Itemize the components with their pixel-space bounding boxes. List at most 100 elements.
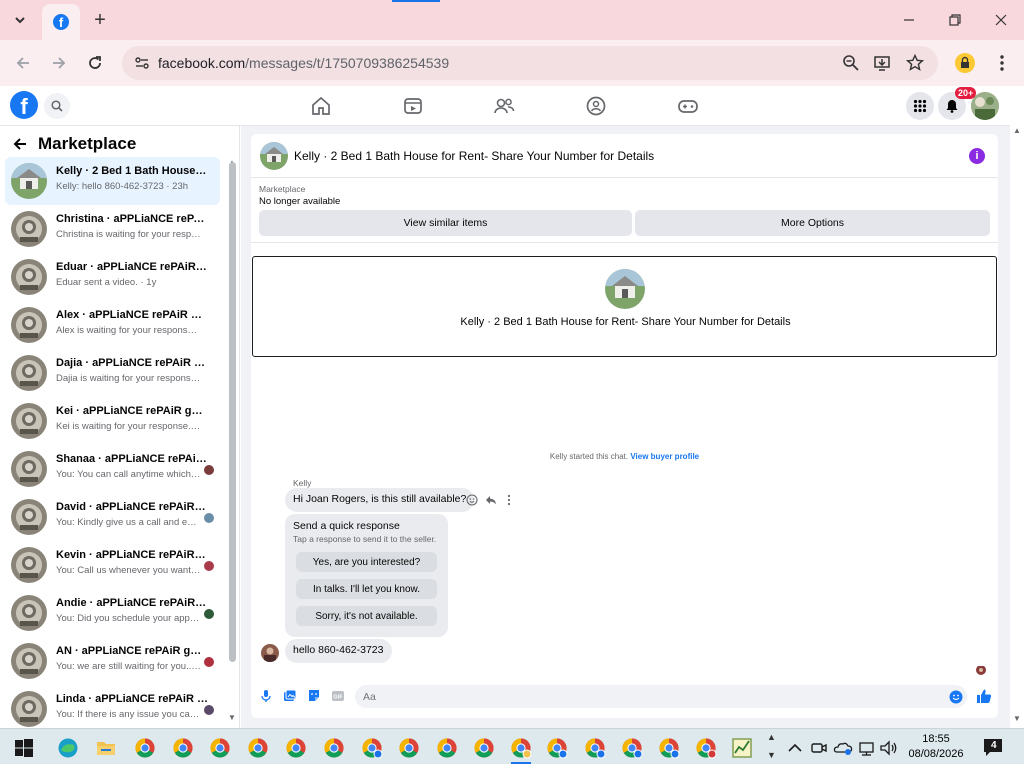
chrome-taskbar-icon[interactable] (510, 737, 532, 759)
page-scroll-up-icon[interactable]: ▲ (1013, 126, 1021, 135)
conversation-item[interactable]: Dajia · aPPLiaNCE rePAiR gUY ... Dajia is… (5, 349, 220, 397)
conversation-name: Kei · aPPLiaNCE rePAiR gUY + ... (56, 405, 208, 417)
conversation-preview: Dajia is waiting for your response. · 1y (56, 373, 201, 384)
network-icon[interactable] (856, 737, 878, 759)
close-window-button[interactable] (978, 0, 1024, 40)
sticker-icon[interactable] (307, 689, 321, 703)
conversation-name: Alex · aPPLiaNCE rePAiR gUY +... (56, 309, 208, 321)
conversation-item[interactable]: Christina · aPPLiaNCE rePAiR g... Christi… (5, 205, 220, 253)
quick-reply-button[interactable]: Sorry, it's not available. (296, 606, 437, 626)
account-avatar[interactable] (971, 92, 999, 120)
gif-icon[interactable]: GIF (331, 689, 345, 703)
new-tab-button[interactable]: + (88, 8, 112, 32)
chrome-taskbar-icon[interactable] (546, 737, 568, 759)
conversation-item[interactable]: David · aPPLiaNCE rePAiR gU... You: Kindl… (5, 493, 220, 541)
chrome-taskbar-icon[interactable] (695, 737, 717, 759)
conversation-avatar (11, 499, 47, 535)
chrome-taskbar-icon[interactable] (361, 737, 383, 759)
more-actions-icon[interactable] (503, 494, 515, 506)
browser-tab-active[interactable]: f (42, 4, 80, 40)
menu-button[interactable] (906, 92, 934, 120)
install-app-icon[interactable] (873, 54, 891, 72)
message-composer: GIF (251, 682, 998, 712)
chrome-taskbar-icon[interactable] (473, 737, 495, 759)
reload-button[interactable] (81, 49, 109, 77)
meet-now-icon[interactable] (808, 737, 830, 759)
gaming-icon[interactable] (677, 95, 699, 117)
fb-search-button[interactable] (44, 93, 70, 119)
action-center-button[interactable]: 4 (982, 737, 1004, 757)
back-button[interactable] (9, 49, 37, 77)
svg-text:GIF: GIF (333, 695, 343, 701)
chrome-taskbar-icon[interactable] (436, 737, 458, 759)
chrome-taskbar-icon[interactable] (398, 737, 420, 759)
sidebar-scrollbar[interactable] (229, 162, 236, 662)
address-bar[interactable]: facebook.com/messages/t/1750709386254539 (122, 46, 938, 80)
tab-search-button[interactable] (6, 6, 34, 34)
windows-start-icon[interactable] (13, 737, 35, 759)
incoming-message: Hi Joan Rogers, is this still available? (285, 488, 475, 512)
taskbar-overflow-down-icon[interactable]: ▼ (767, 750, 776, 760)
emoji-icon[interactable] (949, 690, 963, 704)
quick-reply-button[interactable]: Yes, are you interested? (296, 552, 437, 572)
restore-button[interactable] (932, 0, 978, 40)
extension-button[interactable] (954, 52, 976, 74)
marketplace-label: Marketplace (259, 184, 306, 194)
conversation-item[interactable]: AN · aPPLiaNCE rePAiR gUY ... You: we are… (5, 637, 220, 685)
groups-icon[interactable] (585, 95, 607, 117)
chrome-taskbar-icon[interactable] (621, 737, 643, 759)
taskbar-overflow-up-icon[interactable]: ▲ (767, 732, 776, 742)
scroll-down-arrow-icon[interactable]: ▼ (228, 713, 236, 722)
browser-menu-button[interactable] (991, 52, 1013, 74)
reply-icon[interactable] (485, 494, 497, 506)
more-options-button[interactable]: More Options (635, 210, 990, 236)
conversation-preview: Alex is waiting for your response. · 1y (56, 325, 201, 336)
listing-card[interactable]: Kelly · 2 Bed 1 Bath House for Rent- Sha… (252, 256, 997, 357)
listing-thumbnail[interactable] (260, 142, 288, 170)
facebook-logo[interactable]: f (10, 91, 38, 119)
view-buyer-profile-link[interactable]: View buyer profile (630, 452, 699, 461)
chrome-taskbar-icon[interactable] (247, 737, 269, 759)
chrome-taskbar-icon[interactable] (134, 737, 156, 759)
friends-icon[interactable] (493, 95, 515, 117)
chrome-taskbar-icon[interactable] (584, 737, 606, 759)
conversation-preview: You: You can call anytime which... · 1y (56, 469, 201, 480)
onedrive-icon[interactable] (832, 737, 854, 759)
conversation-item[interactable]: Kei · aPPLiaNCE rePAiR gUY + ... Kei is w… (5, 397, 220, 445)
site-settings-icon[interactable] (134, 55, 150, 71)
home-icon[interactable] (310, 95, 332, 117)
system-clock[interactable]: 18:55 08/08/2026 (896, 732, 976, 762)
file-explorer-icon[interactable] (95, 737, 117, 759)
message-input[interactable] (355, 685, 967, 708)
bookmark-star-icon[interactable] (906, 54, 924, 72)
conversation-item[interactable]: Shanaa · aPPLiaNCE rePAiR g... You: You c… (5, 445, 220, 493)
conversation-item[interactable]: Kelly · 2 Bed 1 Bath House for R... Kelly… (5, 157, 220, 205)
chart-app-icon[interactable] (731, 737, 753, 759)
conversation-item[interactable]: Alex · aPPLiaNCE rePAiR gUY +... Alex is … (5, 301, 220, 349)
show-hidden-icons-icon[interactable] (784, 737, 806, 759)
conversation-item[interactable]: Andie · aPPLiaNCE rePAiR gU... You: Did y… (5, 589, 220, 637)
thumbs-up-icon[interactable] (976, 688, 992, 704)
forward-button[interactable] (45, 49, 73, 77)
zoom-icon[interactable] (842, 54, 860, 72)
minimize-button[interactable] (886, 0, 932, 40)
edge-browser-icon[interactable] (57, 737, 79, 759)
quick-reply-button[interactable]: In talks. I'll let you know. (296, 579, 437, 599)
chrome-taskbar-icon[interactable] (323, 737, 345, 759)
photo-icon[interactable] (283, 689, 297, 703)
conversation-item[interactable]: Linda · aPPLiaNCE rePAiR gU... You: If th… (5, 685, 220, 728)
back-arrow-icon[interactable] (12, 136, 28, 152)
view-similar-items-button[interactable]: View similar items (259, 210, 632, 236)
conversation-name: Kevin · aPPLiaNCE rePAiR gU... (56, 549, 208, 561)
video-icon[interactable] (402, 95, 424, 117)
chrome-taskbar-icon[interactable] (285, 737, 307, 759)
microphone-icon[interactable] (259, 689, 273, 703)
react-emoji-icon[interactable] (466, 494, 478, 506)
chrome-taskbar-icon[interactable] (658, 737, 680, 759)
chrome-taskbar-icon[interactable] (209, 737, 231, 759)
conversation-item[interactable]: Kevin · aPPLiaNCE rePAiR gU... You: Call … (5, 541, 220, 589)
chrome-taskbar-icon[interactable] (172, 737, 194, 759)
page-scroll-down-icon[interactable]: ▼ (1013, 714, 1021, 723)
info-icon[interactable]: i (969, 148, 985, 164)
conversation-item[interactable]: Eduar · aPPLiaNCE rePAiR gUY ... Eduar se… (5, 253, 220, 301)
